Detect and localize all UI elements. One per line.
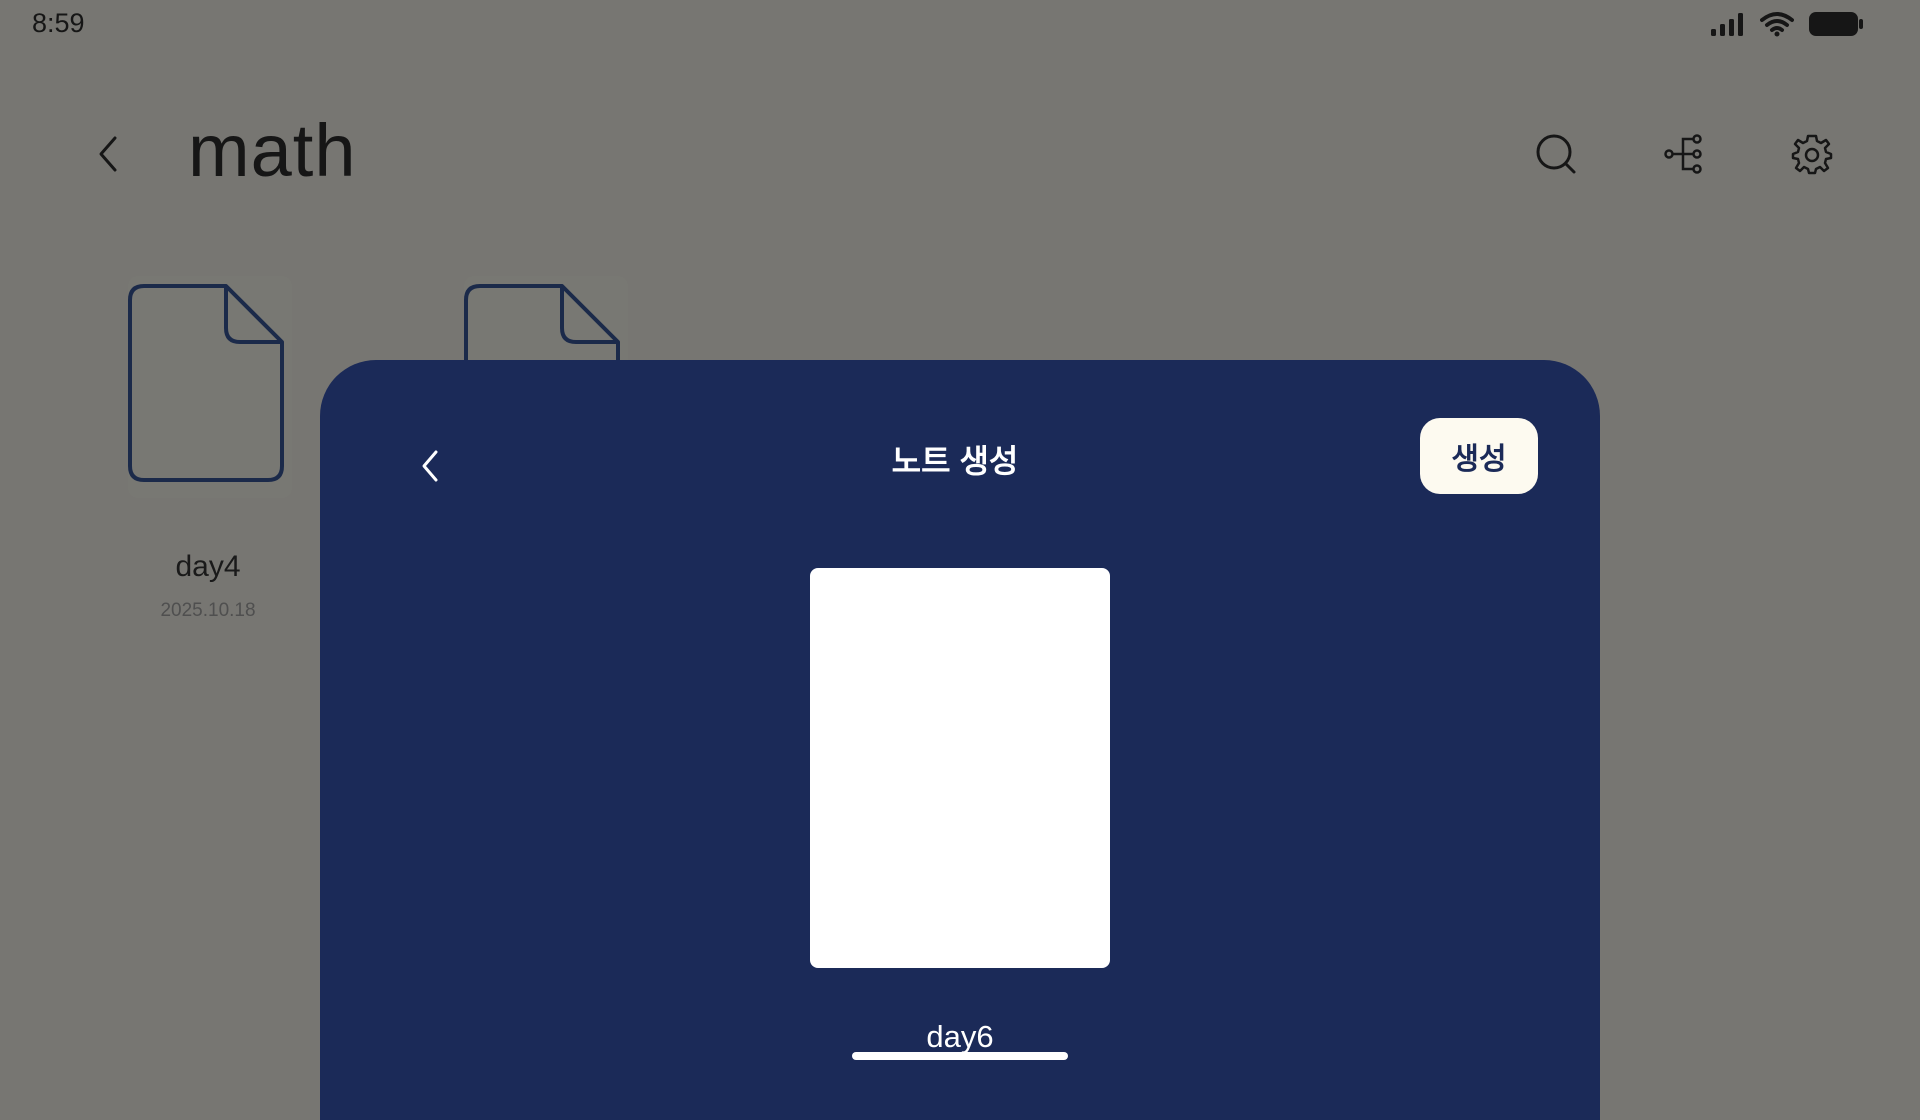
note-file-icon — [108, 270, 308, 500]
settings-button[interactable] — [1788, 132, 1836, 180]
note-date: 2025.10.18 — [160, 600, 256, 621]
modal-title: 노트 생성 — [891, 443, 1019, 479]
page-title: math — [188, 109, 357, 192]
share-icon — [1663, 133, 1705, 180]
status-icons — [1710, 10, 1864, 43]
search-icon — [1535, 133, 1577, 180]
create-note-sheet: 노트 생성 생성 — [320, 360, 1600, 1120]
search-button[interactable] — [1532, 132, 1580, 180]
app-header: math — [0, 96, 1920, 216]
back-button[interactable] — [88, 132, 128, 180]
status-bar: 8:59 — [0, 0, 1920, 48]
note-cover-preview[interactable] — [810, 568, 1110, 968]
chevron-left-icon — [97, 135, 119, 178]
share-button[interactable] — [1660, 132, 1708, 180]
wifi-icon — [1760, 11, 1794, 42]
battery-icon — [1808, 10, 1864, 43]
status-time: 8:59 — [32, 8, 85, 38]
note-name: day4 — [175, 550, 241, 583]
gear-icon — [1791, 133, 1833, 180]
signal-icon — [1710, 11, 1746, 42]
create-button[interactable]: 생성 — [1420, 418, 1538, 494]
name-input-underline — [852, 1052, 1068, 1060]
